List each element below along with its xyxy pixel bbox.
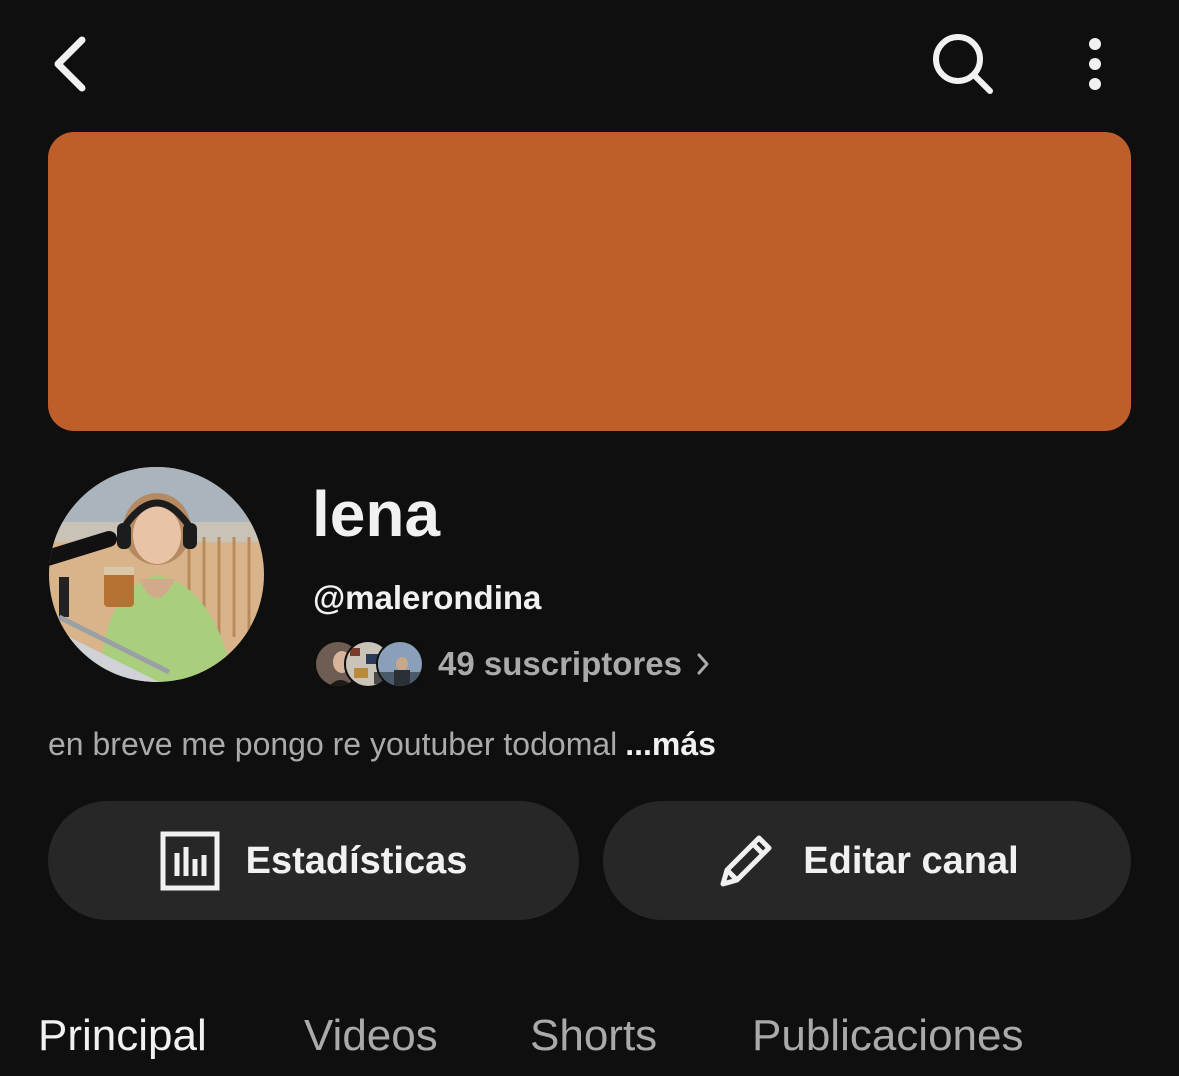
edit-channel-button[interactable]: Editar canal: [603, 801, 1131, 920]
channel-handle: @malerondina: [313, 579, 542, 616]
tab-shorts[interactable]: Shorts: [530, 1008, 657, 1064]
channel-tabs: Principal Videos Shorts Publicaciones: [0, 1002, 1179, 1076]
stats-button[interactable]: Estadísticas: [48, 801, 579, 920]
channel-avatar[interactable]: [49, 467, 264, 682]
search-button[interactable]: [922, 28, 1004, 104]
subscriber-avatars: [314, 639, 426, 689]
channel-description[interactable]: en breve me pongo re youtuber todomal...…: [48, 724, 716, 764]
pencil-icon: [715, 830, 777, 892]
back-button[interactable]: [34, 28, 106, 104]
channel-name: lena: [312, 478, 441, 550]
more-link[interactable]: ...más: [625, 726, 716, 762]
subscribers-link[interactable]: 49 suscriptores: [314, 638, 710, 690]
channel-banner: [48, 132, 1131, 431]
chevron-left-icon: [48, 32, 92, 101]
chevron-right-icon: [696, 652, 710, 676]
tab-publicaciones[interactable]: Publicaciones: [752, 1008, 1024, 1064]
more-vertical-icon: [1085, 36, 1105, 97]
edit-channel-button-label: Editar canal: [803, 839, 1019, 882]
subscriber-avatar: [376, 640, 424, 688]
tab-videos[interactable]: Videos: [304, 1008, 438, 1064]
more-options-button[interactable]: [1062, 28, 1128, 104]
description-text: en breve me pongo re youtuber todomal: [48, 726, 618, 762]
tab-principal[interactable]: Principal: [38, 1008, 207, 1064]
stats-button-label: Estadísticas: [245, 839, 468, 882]
subscriber-count: 49 suscriptores: [438, 645, 682, 682]
search-icon: [930, 31, 996, 102]
analytics-icon: [160, 831, 220, 891]
